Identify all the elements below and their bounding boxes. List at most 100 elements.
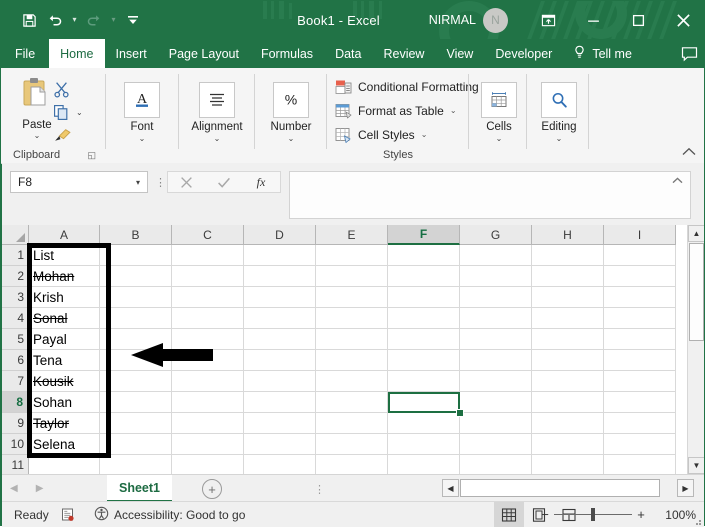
- cell-a6[interactable]: Tena: [29, 350, 100, 371]
- format-painter-button[interactable]: [53, 124, 101, 147]
- zoom-slider-knob[interactable]: [591, 508, 595, 521]
- alignment-button[interactable]: Alignment ⌄: [187, 82, 247, 144]
- row-header-3[interactable]: 3: [2, 287, 29, 308]
- cell-h7[interactable]: [532, 371, 604, 392]
- cell-b9[interactable]: [100, 413, 172, 434]
- cell-c7[interactable]: [172, 371, 244, 392]
- save-icon[interactable]: [17, 7, 41, 33]
- account-area[interactable]: NIRMAL N: [429, 1, 508, 39]
- cancel-formula-icon[interactable]: [168, 172, 205, 192]
- alignment-dropdown-caret-icon[interactable]: ⌄: [214, 134, 221, 144]
- chevron-down-icon[interactable]: ⌄: [421, 130, 428, 139]
- cell-d10[interactable]: [244, 434, 316, 455]
- cell-f9[interactable]: [388, 413, 460, 434]
- cell-f3[interactable]: [388, 287, 460, 308]
- column-header-g[interactable]: G: [460, 225, 532, 245]
- tab-insert[interactable]: Insert: [105, 39, 158, 68]
- cell-a10[interactable]: Selena: [29, 434, 100, 455]
- cell-e7[interactable]: [316, 371, 388, 392]
- cell-h10[interactable]: [532, 434, 604, 455]
- ribbon-display-options-icon[interactable]: [526, 1, 571, 39]
- cell-a4[interactable]: Sonal: [29, 308, 100, 329]
- cell-h6[interactable]: [532, 350, 604, 371]
- scroll-down-arrow-icon[interactable]: ▼: [688, 457, 704, 474]
- sheet-tab-sheet1[interactable]: Sheet1: [107, 475, 172, 502]
- vertical-scroll-thumb[interactable]: [689, 243, 704, 341]
- tab-view[interactable]: View: [435, 39, 484, 68]
- select-all-corner[interactable]: [2, 225, 29, 245]
- cell-h2[interactable]: [532, 266, 604, 287]
- cell-i11[interactable]: [604, 455, 676, 474]
- cell-c2[interactable]: [172, 266, 244, 287]
- tab-page-layout[interactable]: Page Layout: [158, 39, 250, 68]
- copy-button[interactable]: ⌄: [53, 101, 101, 124]
- cell-f5[interactable]: [388, 329, 460, 350]
- tab-data[interactable]: Data: [324, 39, 372, 68]
- cell-d3[interactable]: [244, 287, 316, 308]
- column-header-h[interactable]: H: [532, 225, 604, 245]
- formula-input[interactable]: [289, 171, 691, 219]
- close-icon[interactable]: [661, 1, 705, 39]
- cell-e1[interactable]: [316, 245, 388, 266]
- row-header-6[interactable]: 6: [2, 350, 29, 371]
- column-header-e[interactable]: E: [316, 225, 388, 245]
- copy-dropdown-caret-icon[interactable]: ⌄: [76, 108, 83, 117]
- cell-a11[interactable]: [29, 455, 100, 474]
- cell-b1[interactable]: [100, 245, 172, 266]
- cell-b3[interactable]: [100, 287, 172, 308]
- cell-g6[interactable]: [460, 350, 532, 371]
- tab-review[interactable]: Review: [372, 39, 435, 68]
- redo-icon[interactable]: [82, 7, 106, 33]
- cell-h9[interactable]: [532, 413, 604, 434]
- vertical-scrollbar[interactable]: ▲ ▼: [687, 225, 704, 474]
- cell-f6[interactable]: [388, 350, 460, 371]
- zoom-in-button[interactable]: +: [632, 507, 650, 522]
- cell-a8[interactable]: Sohan: [29, 392, 100, 413]
- cell-e10[interactable]: [316, 434, 388, 455]
- cell-g9[interactable]: [460, 413, 532, 434]
- undo-icon[interactable]: [43, 7, 67, 33]
- cell-i5[interactable]: [604, 329, 676, 350]
- cell-f8[interactable]: [388, 392, 460, 413]
- cells-dropdown-caret-icon[interactable]: ⌄: [496, 134, 503, 144]
- cell-c9[interactable]: [172, 413, 244, 434]
- row-header-7[interactable]: 7: [2, 371, 29, 392]
- cell-b10[interactable]: [100, 434, 172, 455]
- tab-home[interactable]: Home: [49, 39, 105, 68]
- cell-h3[interactable]: [532, 287, 604, 308]
- row-header-10[interactable]: 10: [2, 434, 29, 455]
- cell-e5[interactable]: [316, 329, 388, 350]
- cell-d5[interactable]: [244, 329, 316, 350]
- cell-h4[interactable]: [532, 308, 604, 329]
- cell-h5[interactable]: [532, 329, 604, 350]
- cell-b4[interactable]: [100, 308, 172, 329]
- cell-f2[interactable]: [388, 266, 460, 287]
- cell-b2[interactable]: [100, 266, 172, 287]
- zoom-out-button[interactable]: −: [536, 507, 554, 522]
- row-header-9[interactable]: 9: [2, 413, 29, 434]
- enter-formula-icon[interactable]: [205, 172, 242, 192]
- macro-record-icon[interactable]: [60, 502, 75, 527]
- fill-handle[interactable]: [456, 409, 464, 417]
- font-button[interactable]: A Font ⌄: [112, 82, 172, 144]
- maximize-icon[interactable]: [616, 1, 661, 39]
- cell-c8[interactable]: [172, 392, 244, 413]
- cell-e11[interactable]: [316, 455, 388, 474]
- row-header-8[interactable]: 8: [2, 392, 29, 413]
- row-header-4[interactable]: 4: [2, 308, 29, 329]
- cell-e2[interactable]: [316, 266, 388, 287]
- cell-f7[interactable]: [388, 371, 460, 392]
- horizontal-scroll-thumb[interactable]: [460, 479, 660, 497]
- cells-button[interactable]: Cells ⌄: [469, 82, 529, 144]
- column-header-b[interactable]: B: [100, 225, 172, 245]
- cell-i4[interactable]: [604, 308, 676, 329]
- cell-g11[interactable]: [460, 455, 532, 474]
- previous-sheet-icon[interactable]: ◀: [10, 483, 18, 494]
- cell-c4[interactable]: [172, 308, 244, 329]
- cell-d8[interactable]: [244, 392, 316, 413]
- horizontal-split-handle[interactable]: ⋮: [314, 483, 325, 496]
- cell-b7[interactable]: [100, 371, 172, 392]
- column-header-i[interactable]: I: [604, 225, 676, 245]
- cell-g10[interactable]: [460, 434, 532, 455]
- accessibility-status[interactable]: Accessibility: Good to go: [94, 502, 245, 527]
